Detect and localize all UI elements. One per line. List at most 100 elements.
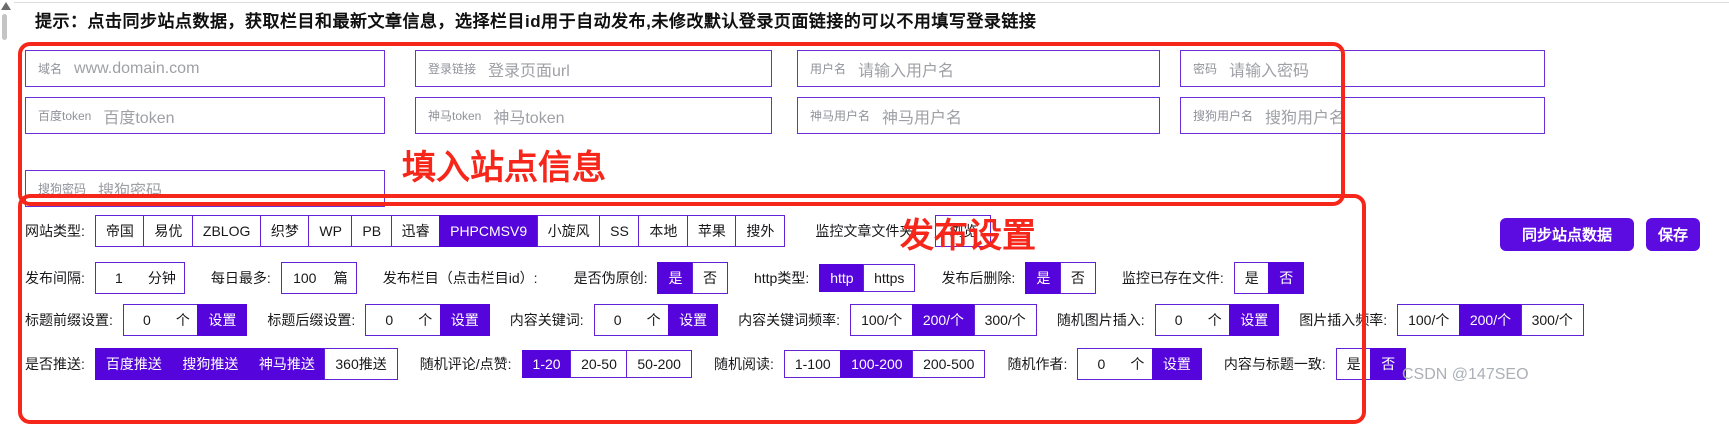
kwfreq-300-option[interactable]: 300/个 xyxy=(974,304,1037,336)
comment-1-20-option[interactable]: 1-20 xyxy=(522,350,572,378)
shenma-token-field-label: 神马token xyxy=(428,107,481,124)
sogou-username-field-label: 搜狗用户名 xyxy=(1193,107,1253,124)
site-type-option[interactable]: 迅睿 xyxy=(391,215,441,247)
site-type-option[interactable]: 小旋风 xyxy=(537,215,601,247)
daily-max-input[interactable]: 100 篇 xyxy=(281,262,357,294)
browse-button[interactable]: 浏览 xyxy=(935,215,991,247)
title-suffix-label: 标题后缀设置: xyxy=(267,310,355,330)
read-200-500-option[interactable]: 200-500 xyxy=(912,350,985,378)
publish-interval-value: 1 xyxy=(104,270,134,286)
sogou-password-field-placeholder: 搜狗密码 xyxy=(98,177,162,201)
https-option[interactable]: https xyxy=(863,264,915,292)
pseudo-original-label: 是否伪原创: xyxy=(574,268,648,288)
shenma-username-field-placeholder: 神马用户名 xyxy=(882,104,962,128)
title-prefix-input[interactable]: 0 个 xyxy=(123,304,199,336)
scroll-up-icon xyxy=(1,2,11,10)
image-frequency-label: 图片插入频率: xyxy=(1299,310,1387,330)
title-match-no-option[interactable]: 否 xyxy=(1370,348,1406,380)
site-info-annotation: 填入站点信息 xyxy=(402,140,606,189)
random-image-set-button[interactable]: 设置 xyxy=(1229,304,1279,336)
content-keyword-value: 0 xyxy=(603,312,633,328)
imgfreq-200-option[interactable]: 200/个 xyxy=(1459,304,1522,336)
domain-field-label: 域名 xyxy=(38,60,62,77)
push-360-option[interactable]: 360推送 xyxy=(324,348,397,380)
domain-field[interactable]: 域名 www.domain.com xyxy=(25,50,385,87)
password-field-placeholder: 请输入密码 xyxy=(1229,57,1309,81)
content-keyword-unit: 个 xyxy=(647,310,661,330)
read-1-100-option[interactable]: 1-100 xyxy=(784,350,842,378)
title-suffix-unit: 个 xyxy=(418,310,432,330)
shenma-push-option[interactable]: 神马推送 xyxy=(248,348,326,380)
random-read-label: 随机阅读: xyxy=(714,354,774,374)
comment-50-200-option[interactable]: 50-200 xyxy=(626,350,692,378)
imgfreq-100-option[interactable]: 100/个 xyxy=(1397,304,1460,336)
publish-column-label: 发布栏目（点击栏目id）: xyxy=(383,268,538,288)
site-type-option[interactable]: 本地 xyxy=(638,215,688,247)
baidu-token-field-label: 百度token xyxy=(38,107,91,124)
publish-interval-unit: 分钟 xyxy=(148,268,176,288)
title-match-label: 内容与标题一致: xyxy=(1224,354,1326,374)
username-field[interactable]: 用户名 请输入用户名 xyxy=(797,50,1160,87)
shenma-token-field[interactable]: 神马token 神马token xyxy=(415,97,772,134)
site-type-option[interactable]: 搜外 xyxy=(735,215,785,247)
monitor-existing-toggle: 是 否 xyxy=(1234,262,1305,294)
baidu-token-field[interactable]: 百度token 百度token xyxy=(25,97,385,134)
read-100-200-option[interactable]: 100-200 xyxy=(840,350,913,378)
window-top-border xyxy=(14,2,1729,3)
baidu-token-field-placeholder: 百度token xyxy=(103,104,174,128)
login-url-field-label: 登录链接 xyxy=(428,60,476,77)
content-keyword-set-button[interactable]: 设置 xyxy=(668,304,718,336)
save-button[interactable]: 保存 xyxy=(1646,218,1700,251)
site-type-option[interactable]: 织梦 xyxy=(260,215,310,247)
keyword-frequency-toggle: 100/个 200/个 300/个 xyxy=(850,304,1037,336)
site-type-option[interactable]: PB xyxy=(351,215,392,247)
pseudo-yes-option[interactable]: 是 xyxy=(657,262,693,294)
delete-after-publish-label: 发布后删除: xyxy=(941,268,1015,288)
site-type-label: 网站类型: xyxy=(25,221,85,241)
random-author-label: 随机作者: xyxy=(1007,354,1067,374)
login-url-field[interactable]: 登录链接 登录页面url xyxy=(415,50,772,87)
title-suffix-input[interactable]: 0 个 xyxy=(365,304,441,336)
domain-field-placeholder: www.domain.com xyxy=(74,60,199,78)
imgfreq-300-option[interactable]: 300/个 xyxy=(1521,304,1584,336)
random-author-input[interactable]: 0 个 xyxy=(1077,348,1153,380)
exist-no-option[interactable]: 否 xyxy=(1268,262,1304,294)
site-type-option-selected[interactable]: PHPCMSV9 xyxy=(439,215,538,247)
sogou-password-field[interactable]: 搜狗密码 搜狗密码 xyxy=(25,170,385,207)
baidu-push-option[interactable]: 百度推送 xyxy=(95,348,173,380)
exist-yes-option[interactable]: 是 xyxy=(1234,262,1270,294)
title-match-yes-option[interactable]: 是 xyxy=(1336,348,1372,380)
title-suffix-set-button[interactable]: 设置 xyxy=(440,304,490,336)
site-type-option[interactable]: SS xyxy=(599,215,640,247)
site-type-option[interactable]: WP xyxy=(308,215,353,247)
comment-20-50-option[interactable]: 20-50 xyxy=(570,350,628,378)
title-prefix-set-button[interactable]: 设置 xyxy=(197,304,247,336)
daily-max-unit: 篇 xyxy=(334,268,348,288)
sogou-username-field[interactable]: 搜狗用户名 搜狗用户名 xyxy=(1180,97,1545,134)
delete-yes-option[interactable]: 是 xyxy=(1025,262,1061,294)
random-image-input[interactable]: 0 个 xyxy=(1155,304,1231,336)
pseudo-no-option[interactable]: 否 xyxy=(692,262,728,294)
site-type-group: 帝国 易优 ZBLOG 织梦 WP PB 迅睿 PHPCMSV9 小旋风 SS … xyxy=(95,215,785,247)
kwfreq-100-option[interactable]: 100/个 xyxy=(850,304,913,336)
username-field-label: 用户名 xyxy=(810,60,846,77)
username-field-placeholder: 请输入用户名 xyxy=(858,57,954,81)
publish-interval-input[interactable]: 1 分钟 xyxy=(95,262,185,294)
delete-no-option[interactable]: 否 xyxy=(1060,262,1096,294)
shenma-username-field[interactable]: 神马用户名 神马用户名 xyxy=(797,97,1160,134)
title-suffix-value: 0 xyxy=(374,312,404,328)
http-option[interactable]: http xyxy=(819,264,864,292)
shenma-token-field-placeholder: 神马token xyxy=(493,104,564,128)
site-type-option[interactable]: 帝国 xyxy=(95,215,145,247)
password-field[interactable]: 密码 请输入密码 xyxy=(1180,50,1545,87)
scrollbar-thumb[interactable] xyxy=(2,14,7,40)
sogou-push-option[interactable]: 搜狗推送 xyxy=(171,348,249,380)
site-type-option[interactable]: 易优 xyxy=(143,215,193,247)
sync-site-data-button[interactable]: 同步站点数据 xyxy=(1500,218,1634,251)
kwfreq-200-option[interactable]: 200/个 xyxy=(912,304,975,336)
random-author-set-button[interactable]: 设置 xyxy=(1152,348,1202,380)
site-type-option[interactable]: ZBLOG xyxy=(192,215,261,247)
content-keyword-input[interactable]: 0 个 xyxy=(594,304,670,336)
site-type-option[interactable]: 苹果 xyxy=(687,215,737,247)
scrollbar[interactable] xyxy=(0,0,12,46)
